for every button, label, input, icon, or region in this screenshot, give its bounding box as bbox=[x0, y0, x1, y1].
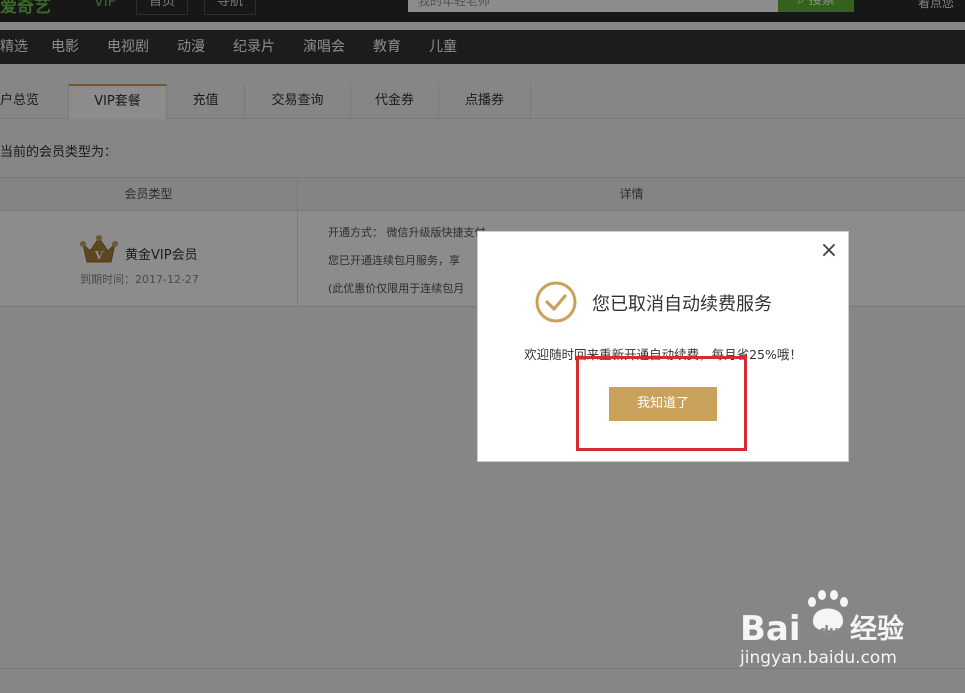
baidu-brand-text: Bai bbox=[740, 609, 801, 649]
dialog-title: 您已取消自动续费服务 bbox=[592, 294, 772, 315]
jingyan-brand-text: 经验 bbox=[850, 613, 904, 645]
baidu-jingyan-watermark: Bai du 经验 bbox=[740, 590, 904, 649]
watermark-url: jingyan.baidu.com bbox=[740, 648, 897, 668]
highlight-box bbox=[576, 356, 747, 451]
check-circle-icon bbox=[535, 281, 577, 323]
close-icon[interactable]: × bbox=[818, 240, 840, 262]
baidu-brand-du: du bbox=[819, 624, 839, 640]
